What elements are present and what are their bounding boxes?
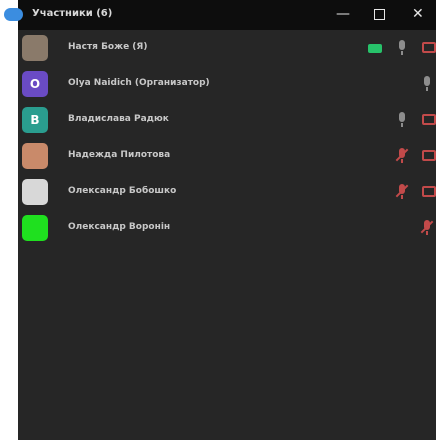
mic-stem xyxy=(401,123,403,127)
mic-icon[interactable] xyxy=(399,40,405,50)
avatar xyxy=(22,143,48,169)
avatar xyxy=(22,215,48,241)
participant-name: Настя Боже (Я) xyxy=(68,42,148,52)
app-icon xyxy=(4,8,23,21)
maximize-button[interactable] xyxy=(374,6,385,20)
video-off-icon[interactable] xyxy=(422,114,436,125)
close-button[interactable]: ✕ xyxy=(412,6,424,22)
participant-row[interactable]: Олександр Воронін xyxy=(18,211,436,245)
mic-icon[interactable] xyxy=(399,112,405,122)
participant-row[interactable]: O Olya Naidich (Организатор) xyxy=(18,67,436,101)
title-bar: Участники (6) — ✕ xyxy=(4,0,436,30)
participant-name: Надежда Пилотова xyxy=(68,150,171,160)
participants-window: Участники (6) — ✕ Настя Боже (Я) O Olya … xyxy=(4,0,436,440)
mic-icon[interactable] xyxy=(424,76,430,86)
avatar: O xyxy=(22,71,48,97)
maximize-icon xyxy=(374,9,385,20)
participant-name: Олександр Бобошко xyxy=(68,186,177,196)
minimize-button[interactable]: — xyxy=(336,6,350,22)
participant-name: Олександр Воронін xyxy=(68,222,171,232)
participant-row[interactable]: Настя Боже (Я) xyxy=(18,31,436,65)
mic-stem xyxy=(426,87,428,91)
avatar xyxy=(22,179,48,205)
participant-name: Olya Naidich (Организатор) xyxy=(68,78,210,88)
video-off-icon[interactable] xyxy=(422,42,436,53)
mic-stem xyxy=(401,195,403,199)
participant-row[interactable]: Надежда Пилотова xyxy=(18,139,436,173)
mic-stem xyxy=(401,51,403,55)
video-off-icon[interactable] xyxy=(422,150,436,161)
avatar: В xyxy=(22,107,48,133)
participant-row[interactable]: В Владислава Радюк xyxy=(18,103,436,137)
mic-stem xyxy=(426,231,428,235)
participant-name: Владислава Радюк xyxy=(68,114,169,124)
participant-row[interactable]: Олександр Бобошко xyxy=(18,175,436,209)
avatar xyxy=(22,35,48,61)
video-off-icon[interactable] xyxy=(422,186,436,197)
window-title: Участники (6) xyxy=(32,8,113,19)
video-on-icon[interactable] xyxy=(368,44,382,53)
mic-stem xyxy=(401,159,403,163)
